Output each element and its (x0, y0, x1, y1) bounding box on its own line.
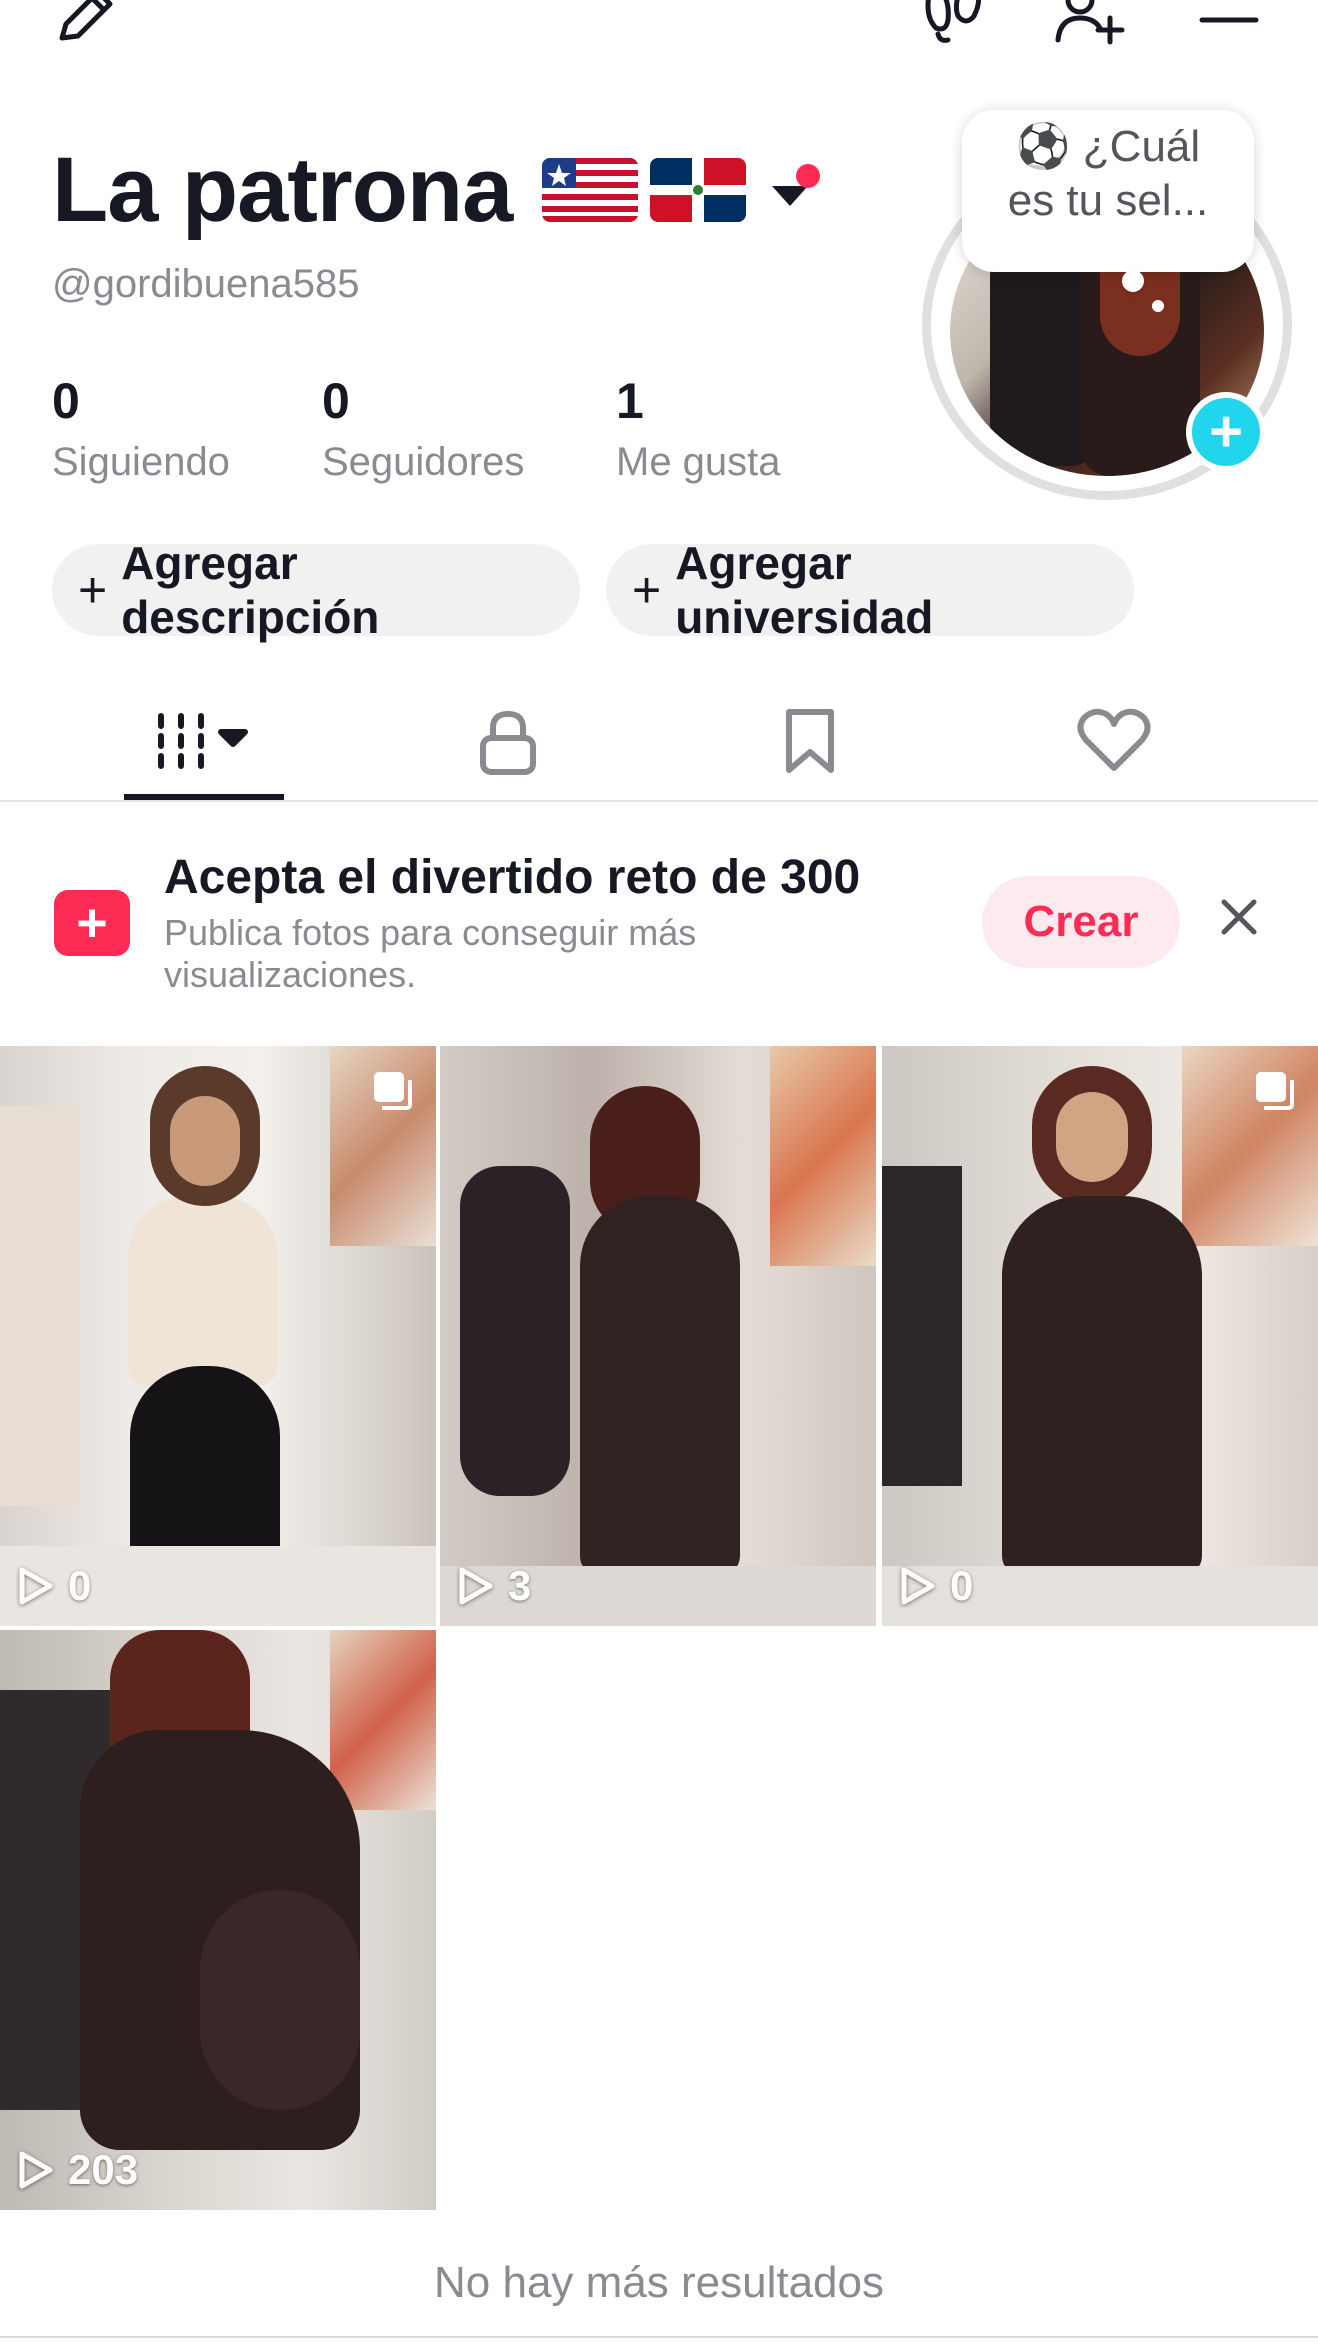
dominican-flag-icon (650, 158, 747, 222)
add-university-button[interactable]: + Agregar universidad (606, 537, 1134, 643)
add-friend-icon[interactable] (1054, 0, 1128, 46)
top-bar (0, 0, 1318, 60)
tab-active-indicator (124, 794, 284, 800)
grid-icon (158, 713, 248, 769)
add-story-button[interactable]: + (1186, 392, 1266, 472)
video-tile[interactable]: 203 (0, 1630, 436, 2210)
play-icon (19, 2151, 53, 2189)
video-tile[interactable]: 0 (0, 1046, 436, 1626)
heart-icon (1077, 708, 1151, 771)
profile-stats: 0 Siguiendo 0 Seguidores 1 Me gusta (52, 376, 781, 485)
banner-title: Acepta el divertido reto de 300 (164, 851, 861, 904)
flag-emojis (542, 158, 747, 222)
liberia-flag-icon (542, 158, 639, 222)
create-button[interactable]: Crear (982, 876, 1180, 968)
stat-following-value: 0 (52, 373, 80, 429)
display-name: La patrona (52, 139, 513, 241)
stat-likes-label: Me gusta (616, 440, 781, 484)
add-description-button[interactable]: + Agregar descripción (52, 537, 580, 643)
edit-icon[interactable] (52, 0, 122, 46)
no-more-results: No hay más resultados (434, 2258, 884, 2307)
tab-saved[interactable] (730, 680, 890, 802)
video-tile[interactable]: 3 (440, 1046, 876, 1626)
view-count-value: 203 (68, 2146, 139, 2193)
stat-followers[interactable]: 0 Seguidores (322, 376, 616, 485)
profile-name-row: La patrona (52, 130, 821, 250)
stat-followers-label: Seguidores (322, 440, 525, 484)
lock-icon (480, 711, 536, 775)
view-count-value: 3 (508, 1562, 532, 1609)
stat-likes-value: 1 (616, 373, 644, 429)
close-icon[interactable] (1214, 892, 1264, 942)
avatar-note-bubble[interactable]: ⚽ ¿Cuál es tu sel... (962, 110, 1254, 312)
avatar-note-text: ⚽ ¿Cuál es tu sel... (1007, 122, 1209, 225)
play-icon (459, 1567, 493, 1605)
stat-followers-value: 0 (322, 373, 350, 429)
tab-private[interactable] (428, 680, 588, 802)
menu-icon[interactable] (1196, 0, 1262, 46)
view-count: 203 (16, 2146, 138, 2194)
plus-icon: + (78, 562, 108, 618)
add-description-label: Agregar descripción (121, 537, 380, 643)
multi-photo-icon (1256, 1072, 1294, 1110)
notification-dot (796, 164, 821, 188)
plus-icon: + (632, 562, 662, 618)
view-count: 3 (456, 1562, 531, 1610)
tab-liked[interactable] (1034, 680, 1194, 802)
view-count: 0 (898, 1562, 973, 1610)
stat-following[interactable]: 0 Siguiendo (52, 376, 322, 485)
bookmark-icon (786, 709, 834, 773)
account-switch-chevron-icon[interactable] (770, 164, 821, 208)
view-count-value: 0 (950, 1562, 974, 1609)
profile-tabs (0, 680, 1318, 802)
footprints-icon[interactable] (920, 0, 990, 46)
play-icon (901, 1567, 935, 1605)
divider (0, 2336, 1318, 2338)
tab-videos[interactable] (124, 680, 284, 802)
stat-likes[interactable]: 1 Me gusta (616, 376, 781, 485)
banner-subtitle: Publica fotos para conseguir más visuali… (164, 912, 697, 995)
add-university-label: Agregar universidad (675, 537, 934, 643)
view-count: 0 (16, 1562, 91, 1610)
view-count-value: 0 (68, 1562, 92, 1609)
stat-following-label: Siguiendo (52, 440, 230, 484)
play-icon (19, 1567, 53, 1605)
multi-photo-icon (374, 1072, 412, 1110)
video-tile[interactable]: 0 (882, 1046, 1318, 1626)
create-challenge-icon: + (54, 890, 130, 956)
username: @gordibuena585 (52, 262, 360, 306)
